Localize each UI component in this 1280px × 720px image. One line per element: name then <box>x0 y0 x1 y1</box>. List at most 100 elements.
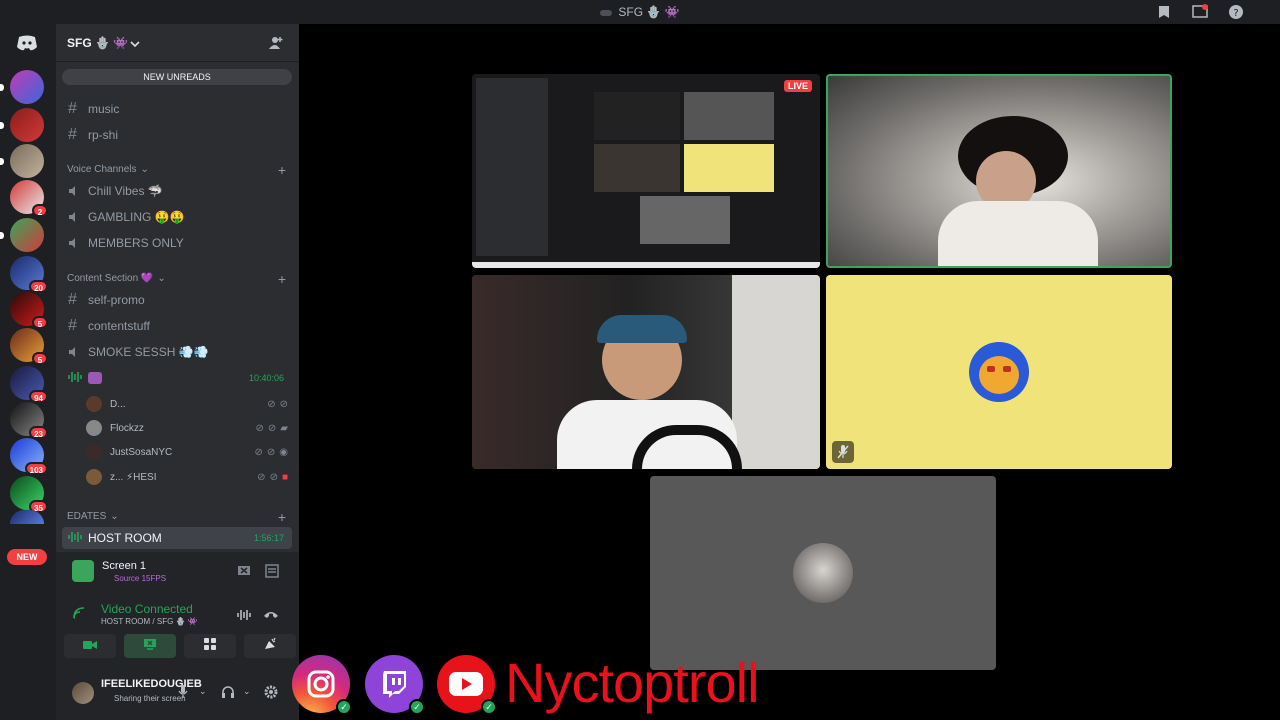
screen-share-panel: Screen 1 Source 15FPS <box>56 552 299 594</box>
stream-tile-avatar[interactable] <box>826 275 1172 469</box>
discord-home-icon[interactable] <box>10 30 44 56</box>
camera-icon <box>83 637 97 655</box>
user-status: Sharing their screen <box>114 694 186 703</box>
voice-channel-members-only[interactable]: MEMBERS ONLY <box>62 232 292 254</box>
deafened-icon: ⊘ <box>279 398 288 410</box>
disconnect-icon[interactable] <box>263 608 279 626</box>
svg-text:?: ? <box>1233 8 1238 19</box>
camera-button[interactable] <box>64 634 116 658</box>
voice-channel-host-room[interactable]: HOST ROOM 1:56:17 <box>62 527 292 549</box>
new-unreads-banner[interactable]: NEW UNREADS <box>62 69 292 85</box>
channel-contentstuff[interactable]: # contentstuff <box>62 315 292 337</box>
instagram-icon: ✓ <box>292 655 352 715</box>
activities-button[interactable] <box>184 634 236 658</box>
soundboard-icon <box>263 637 277 656</box>
voice-channel-chill-vibes[interactable]: Chill Vibes 🦈 <box>62 180 292 202</box>
soundboard-button[interactable] <box>244 634 296 658</box>
category-content-section[interactable]: Content Section 💜 ⌄ + <box>67 271 292 287</box>
avatar[interactable] <box>72 682 94 704</box>
check-icon: ✓ <box>409 699 425 715</box>
channel-rp-shi[interactable]: # rp-shi <box>62 124 292 146</box>
avatar <box>86 420 102 436</box>
screen-share-icon <box>143 637 157 655</box>
deafened-icon: ⊘ <box>266 446 276 458</box>
twitch-icon: ✓ <box>365 655 425 715</box>
server-icon[interactable]: 94 <box>10 366 48 403</box>
stream-tile-camera[interactable] <box>826 74 1172 268</box>
server-icon[interactable]: 20 <box>10 256 48 293</box>
microphone-icon[interactable] <box>178 685 188 704</box>
server-icon[interactable]: 2 <box>10 180 48 217</box>
guild-header[interactable]: SFG 🪬 👾 <box>56 24 299 62</box>
voice-user[interactable]: Flockzz ⊘ ⊘ ▰ <box>86 418 292 438</box>
new-unreads-pill[interactable]: NEW <box>7 549 47 565</box>
chevron-down-icon <box>130 36 140 54</box>
chevron-down-icon[interactable]: ⌄ <box>199 686 207 697</box>
add-channel-icon[interactable]: + <box>278 162 286 178</box>
noise-suppression-icon[interactable] <box>237 608 251 626</box>
avatar <box>86 396 102 412</box>
muted-icon: ⊘ <box>254 446 263 458</box>
stream-preview <box>472 74 820 262</box>
host-room-timer: 1:56:17 <box>253 533 284 543</box>
stream-tile-screen-share[interactable]: LIVE <box>472 74 820 268</box>
server-icon[interactable]: 5 <box>10 328 48 365</box>
server-icon[interactable]: 103 <box>10 438 48 475</box>
active-voice-channel[interactable]: 10:40:06 <box>62 367 292 389</box>
server-icon[interactable]: 23 <box>10 402 48 439</box>
server-icon[interactable] <box>0 108 44 142</box>
brand-name: Nyctoptroll <box>505 651 760 714</box>
add-channel-icon[interactable]: + <box>278 271 286 287</box>
muted-icon: ⊘ <box>267 398 276 410</box>
server-icon[interactable]: 35 <box>10 476 48 513</box>
voice-user[interactable]: z... ⚡HESI ⊘ ⊘ ■ <box>86 467 292 487</box>
voice-location[interactable]: HOST ROOM / SFG 🪬 👾 <box>101 617 198 626</box>
server-icon[interactable] <box>0 218 44 252</box>
gear-icon[interactable] <box>263 684 279 705</box>
window-icon[interactable] <box>1192 4 1208 20</box>
server-icon[interactable] <box>0 70 44 104</box>
invite-icon[interactable] <box>269 36 283 55</box>
speaker-icon <box>68 185 88 197</box>
window-title: SFG 🪬 👾 <box>0 5 1280 19</box>
inbox-icon[interactable] <box>1156 4 1172 20</box>
voice-user[interactable]: D... ⊘ ⊘ <box>86 394 292 414</box>
locked-speaker-icon <box>68 237 88 249</box>
avatar <box>86 444 102 460</box>
status-icon: ▰ <box>280 422 288 434</box>
muted-icon: ⊘ <box>255 422 264 434</box>
user-panel: IFEELIKEDOUGIEB Sharing their screen ⌄ ⌄ <box>56 664 299 720</box>
signal-icon <box>72 606 86 625</box>
muted-icon <box>832 441 854 463</box>
screen-title: Screen 1 <box>102 560 147 572</box>
stop-stream-icon[interactable] <box>237 564 251 583</box>
server-icon[interactable] <box>0 144 44 178</box>
voice-user[interactable]: JustSosaNYC ⊘ ⊘ ◉ <box>86 442 292 462</box>
stream-tile-avatar[interactable] <box>650 476 996 670</box>
voice-activity-icon <box>68 531 88 546</box>
category-edates[interactable]: EDATES ⌄ + <box>67 509 292 525</box>
voice-channel-gambling[interactable]: GAMBLING 🤑🤑 <box>62 206 292 228</box>
help-icon[interactable]: ? <box>1228 4 1244 20</box>
voice-activity-icon <box>68 371 88 386</box>
add-channel-icon[interactable]: + <box>278 509 286 525</box>
server-icon[interactable]: 5 <box>10 292 48 329</box>
headphones-icon[interactable] <box>221 685 235 704</box>
activities-icon <box>203 637 217 656</box>
voice-channel-smoke-sessh[interactable]: SMOKE SESSH 💨💨 <box>62 341 292 363</box>
stream-tile-camera[interactable] <box>472 275 820 469</box>
popout-icon[interactable] <box>265 564 279 583</box>
screen-share-button[interactable] <box>124 634 176 658</box>
channel-music[interactable]: # music <box>62 98 292 120</box>
muted-icon: ⊘ <box>257 471 266 483</box>
user-avatar <box>793 543 853 603</box>
hash-icon: # <box>68 100 77 117</box>
check-icon: ✓ <box>481 699 497 715</box>
channel-self-promo[interactable]: # self-promo <box>62 289 292 311</box>
status-icon: ◉ <box>279 446 288 458</box>
youtube-icon: ✓ <box>437 655 497 715</box>
chevron-down-icon[interactable]: ⌄ <box>243 686 251 697</box>
guild-name: SFG 🪬 👾 <box>67 35 129 50</box>
voice-status[interactable]: Video Connected <box>101 602 193 616</box>
category-voice-channels[interactable]: Voice Channels ⌄ + <box>67 162 292 178</box>
